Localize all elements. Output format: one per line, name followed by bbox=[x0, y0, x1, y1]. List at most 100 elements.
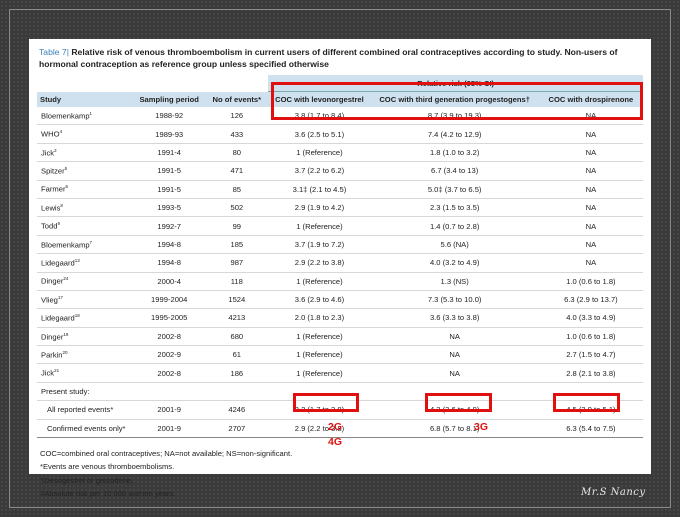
event-count: 987 bbox=[205, 253, 269, 273]
reference-number: 7 bbox=[89, 239, 93, 245]
rr-levonorgestrel: 1 (Reference) bbox=[268, 363, 371, 383]
table-body: Bloemenkamp1 1988-92 126 3.8 (1.7 to 8.4) 8.… bbox=[37, 107, 643, 439]
risk-table: Relative risk (95% CI) Study Sampling pe… bbox=[37, 75, 643, 439]
study-name: Dinger24 bbox=[37, 272, 134, 291]
rr-drospirenone: 6.3 (2.9 to 13.7) bbox=[538, 290, 643, 310]
highlight-box-3g bbox=[425, 393, 492, 412]
reference-number: 21 bbox=[54, 368, 60, 374]
sampling-period: 1994-8 bbox=[133, 235, 206, 255]
event-count: 2707 bbox=[205, 419, 269, 439]
study-name: WHO4 bbox=[37, 124, 134, 144]
label-4g: 4G bbox=[328, 436, 343, 448]
label-2g: 2G bbox=[328, 421, 343, 433]
event-count: 502 bbox=[205, 198, 269, 218]
rr-third-generation: 5.6 (NA) bbox=[370, 235, 539, 255]
footnote: *Events are venous thromboembolisms. bbox=[40, 462, 175, 472]
event-count: 471 bbox=[205, 161, 269, 181]
sampling-period: 2001-9 bbox=[133, 400, 206, 420]
sampling-period: 2002-9 bbox=[133, 345, 206, 365]
signature: Mr.S Nancy bbox=[581, 487, 646, 498]
footnote: ‡Absolute risk per 10 000 women years. bbox=[40, 488, 176, 498]
reference-number: 13 bbox=[74, 258, 80, 264]
event-count: 4246 bbox=[205, 400, 269, 420]
reference-number: 19 bbox=[63, 331, 69, 337]
event-count: 186 bbox=[205, 363, 269, 383]
table-row: Bloemenkamp7 1994-8 185 3.7 (1.9 to 7.2) 5.6… bbox=[37, 235, 643, 255]
sampling-period: 1994-8 bbox=[133, 253, 206, 273]
event-count: 4213 bbox=[205, 308, 269, 328]
reference-number: 20 bbox=[62, 350, 68, 355]
rr-drospirenone: NA bbox=[538, 124, 643, 144]
sampling-period: 1992-7 bbox=[133, 216, 206, 236]
highlight-box-2g bbox=[293, 393, 359, 412]
study-name: Lidegaard13 bbox=[37, 253, 134, 273]
study-name: Bloemenkamp1 bbox=[37, 107, 134, 126]
rr-drospirenone: 6.3 (5.4 to 7.5) bbox=[538, 419, 643, 439]
label-3g: 3G bbox=[474, 421, 489, 433]
reference-number: 24 bbox=[63, 276, 69, 282]
event-count: 126 bbox=[205, 107, 269, 126]
table-row: Dinger19 2002-8 680 1 (Reference) NA 1.0 (0.6… bbox=[37, 327, 643, 347]
event-count: 433 bbox=[205, 124, 269, 144]
event-count: 85 bbox=[205, 180, 269, 199]
rr-third-generation: NA bbox=[370, 345, 539, 365]
rr-levonorgestrel: 3.7 (1.9 to 7.2) bbox=[268, 235, 371, 255]
table-label: Table 7| bbox=[39, 47, 69, 57]
rr-drospirenone: NA bbox=[538, 235, 643, 255]
rr-levonorgestrel: 3.7 (2.2 to 6.2) bbox=[268, 161, 371, 181]
rr-third-generation: 6.7 (3.4 to 13) bbox=[370, 161, 539, 181]
sampling-period: 1991-5 bbox=[133, 161, 206, 181]
study-name: Jick2 bbox=[37, 143, 134, 163]
highlight-box-columns bbox=[271, 82, 643, 120]
rr-levonorgestrel: 3.6 (2.9 to 4.6) bbox=[268, 290, 371, 310]
rr-drospirenone: NA bbox=[538, 198, 643, 218]
study-name: Spitzer5 bbox=[37, 161, 134, 181]
rr-third-generation: NA bbox=[370, 327, 539, 347]
rr-third-generation: 6.8 (5.7 to 8.1) bbox=[370, 419, 539, 439]
rr-levonorgestrel: 1 (Reference) bbox=[268, 143, 371, 163]
rr-drospirenone: NA bbox=[538, 253, 643, 273]
rr-third-generation: 5.0‡ (3.7 to 6.5) bbox=[370, 180, 539, 199]
sampling-period: 1991-4 bbox=[133, 143, 206, 163]
reference-number: 5 bbox=[64, 166, 68, 172]
rr-third-generation: 1.4 (0.7 to 2.8) bbox=[370, 216, 539, 236]
study-name: Lewis8 bbox=[37, 198, 134, 218]
rr-drospirenone: 2.8 (2.1 to 3.8) bbox=[538, 363, 643, 383]
table-row: Todd9 1992-7 99 1 (Reference) 1.4 (0.7 to 2.… bbox=[37, 216, 643, 236]
reference-number: 17 bbox=[57, 294, 63, 300]
rr-levonorgestrel: 2.9 (2.2 to 3.8) bbox=[268, 419, 371, 439]
sampling-period: 1993-5 bbox=[133, 198, 206, 218]
rr-drospirenone: NA bbox=[538, 216, 643, 236]
reference-number: 9 bbox=[57, 221, 60, 227]
study-name: Farmer6 bbox=[37, 180, 134, 199]
sampling-period: 1991-5 bbox=[133, 180, 206, 199]
event-count: 61 bbox=[205, 345, 269, 365]
rr-third-generation: 1.8 (1.0 to 3.2) bbox=[370, 143, 539, 163]
rr-levonorgestrel: 2.0 (1.8 to 2.3) bbox=[268, 308, 371, 328]
rr-levonorgestrel: 1 (Reference) bbox=[268, 327, 371, 347]
table-row: Jick21 2002-8 186 1 (Reference) NA 2.8 (2.1 t… bbox=[37, 363, 643, 383]
rr-drospirenone: NA bbox=[538, 180, 643, 199]
reference-number: 6 bbox=[65, 184, 68, 190]
sampling-period: 2000-4 bbox=[133, 272, 206, 291]
reference-number: 1 bbox=[89, 110, 93, 116]
study-name: Lidegaard18 bbox=[37, 308, 134, 328]
sampling-period: 2002-8 bbox=[133, 363, 206, 383]
reference-number: 4 bbox=[59, 129, 63, 135]
rr-third-generation: 1.3 (NS) bbox=[370, 272, 539, 291]
table-row: Farmer6 1991-5 85 3.1‡ (2.1 to 4.5) 5.0‡ (3.… bbox=[37, 180, 643, 199]
table-row: Dinger24 2000-4 118 1 (Reference) 1.3 (NS) 1.… bbox=[37, 272, 643, 291]
study-name: Vlieg17 bbox=[37, 290, 134, 310]
sampling-period: 2002-8 bbox=[133, 327, 206, 347]
table-row: Spitzer5 1991-5 471 3.7 (2.2 to 6.2) 6.7 (3.… bbox=[37, 161, 643, 181]
rr-levonorgestrel: 3.1‡ (2.1 to 4.5) bbox=[268, 180, 371, 199]
event-count: 1524 bbox=[205, 290, 269, 310]
event-count: 118 bbox=[205, 272, 269, 291]
highlight-box-4g bbox=[553, 393, 620, 412]
reference-number: 8 bbox=[60, 202, 63, 208]
study-name: Jick21 bbox=[37, 363, 134, 383]
rr-levonorgestrel: 1 (Reference) bbox=[268, 272, 371, 291]
sampling-period: 1989-93 bbox=[133, 124, 206, 144]
study-name: Todd9 bbox=[37, 216, 134, 236]
table-row: Lewis8 1993-5 502 2.9 (1.9 to 4.2) 2.3 (1.5 … bbox=[37, 198, 643, 218]
